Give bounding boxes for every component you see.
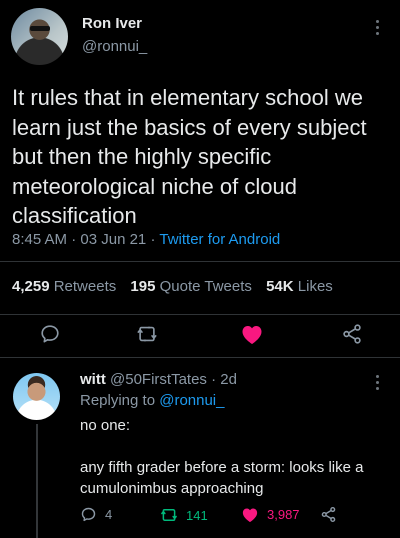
share-icon <box>321 506 336 523</box>
share-icon[interactable] <box>338 320 366 348</box>
reply-handle[interactable]: @50FirstTates <box>110 371 207 388</box>
retweet-icon[interactable] <box>133 320 161 348</box>
reply-icon[interactable] <box>36 320 64 348</box>
reply-display-name[interactable]: witt <box>80 371 106 388</box>
reply-like-count: 3,987 <box>267 507 300 522</box>
retweets-stat[interactable]: 4,259 Retweets <box>12 278 116 295</box>
more-options-icon[interactable] <box>374 373 382 393</box>
reply-reply-count: 4 <box>105 507 113 522</box>
tweet-text: It rules that in elementary school we le… <box>12 85 367 228</box>
replying-to: Replying to @ronnui_ <box>80 392 225 409</box>
reply-icon <box>81 507 96 522</box>
reply-age: 2d <box>220 371 237 388</box>
reply-line-1: no one: <box>80 417 131 434</box>
reply-header: witt @50FirstTates · 2d <box>80 371 237 388</box>
author-avatar[interactable] <box>11 8 68 65</box>
retweet-icon <box>161 509 177 521</box>
reply-reply-button[interactable]: 4 <box>80 506 112 523</box>
replying-to-label: Replying to <box>80 392 156 409</box>
tweet-client[interactable]: Twitter for Android <box>159 231 280 248</box>
like-icon-active[interactable] <box>238 320 266 348</box>
like-icon-active <box>242 508 258 522</box>
reply-author-avatar[interactable] <box>13 373 60 420</box>
reply-share-button[interactable] <box>320 506 337 523</box>
reply-line-2: any fifth grader before a storm: looks l… <box>80 459 364 497</box>
avatar-sunglasses <box>30 26 50 31</box>
meta-separator: · <box>211 371 217 388</box>
reply-text: no one: any fifth grader before a storm:… <box>80 415 385 520</box>
author-display-name[interactable]: Ron Iver <box>82 15 142 32</box>
tweet-stats: 4,259 Retweets 195 Quote Tweets 54K Like… <box>12 278 333 295</box>
divider <box>0 357 400 358</box>
tweet-time: 8:45 AM <box>12 231 68 248</box>
replying-to-handle[interactable]: @ronnui_ <box>159 392 224 409</box>
meta-separator: · <box>71 231 77 248</box>
tweet-meta: 8:45 AM · 03 Jun 21 · Twitter for Androi… <box>12 231 280 248</box>
reply-like-button[interactable]: 3,987 <box>241 506 300 523</box>
reply-retweet-button[interactable]: 141 <box>160 506 208 524</box>
likes-stat[interactable]: 54K Likes <box>266 278 333 295</box>
tweet-date: 03 Jun 21 <box>80 231 147 248</box>
divider <box>0 261 400 262</box>
quotes-stat[interactable]: 195 Quote Tweets <box>130 278 251 295</box>
thread-line <box>36 424 38 538</box>
meta-separator: · <box>150 231 156 248</box>
reply-retweet-count: 141 <box>186 507 208 523</box>
divider <box>0 314 400 315</box>
more-options-icon[interactable] <box>374 18 382 38</box>
author-handle[interactable]: @ronnui_ <box>82 38 147 55</box>
